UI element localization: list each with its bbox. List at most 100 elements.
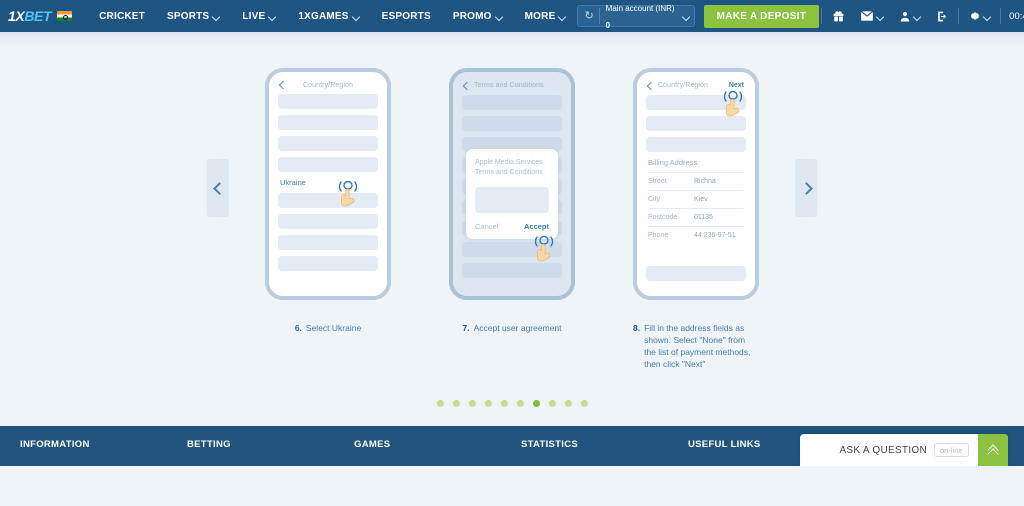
ask-a-question-label: ASK A QUESTION [839, 444, 928, 456]
footer-column-title: GAMES [354, 439, 391, 450]
caption-text: Select Ukraine [305, 323, 362, 333]
instructions-carousel: Country/Region Ukraine 6. Select Ukraine… [0, 68, 1024, 370]
pagination-dot[interactable] [452, 400, 460, 407]
site-logo[interactable]: 1XBET [8, 8, 73, 24]
billing-address-heading: Billing Address [648, 158, 698, 167]
logout-icon[interactable] [928, 5, 956, 27]
pagination-dot[interactable] [436, 400, 444, 407]
nav-item-1xgames[interactable]: 1XGAMES [287, 0, 370, 32]
ask-a-question-widget[interactable]: ASK A QUESTION on-line [800, 434, 1008, 466]
account-balance: 0 [605, 21, 611, 30]
carousel-slide-6: Country/Region Ukraine 6. Select Ukraine [265, 68, 391, 370]
logo-text: 1XBET [8, 8, 52, 24]
pagination-dot[interactable] [484, 400, 492, 407]
placeholder-row [646, 266, 746, 281]
refresh-icon[interactable]: ↻ [582, 8, 600, 24]
nav-item-promo[interactable]: PROMO [442, 0, 514, 32]
placeholder-row [646, 116, 746, 131]
back-chevron-icon[interactable] [463, 83, 469, 89]
country-list-item-ukraine[interactable]: Ukraine [280, 178, 376, 187]
terms-modal-dialog: Apple Media Services Terms and Condition… [466, 149, 558, 240]
form-row-phone[interactable]: Phone 44 236-97-51 [648, 226, 744, 244]
screen-title: Terms and Conditions [474, 82, 544, 89]
chevron-right-icon [802, 184, 810, 192]
nav-label: CRICKET [99, 10, 145, 22]
gear-icon[interactable] [961, 5, 998, 27]
current-time: 00:40 [1009, 10, 1024, 22]
placeholder-row [462, 263, 562, 278]
clock-selector[interactable]: 00:40 [1003, 11, 1024, 22]
field-label: Street [648, 178, 667, 185]
field-value: Richna [694, 178, 716, 185]
caption-text: Accept user agreement [473, 323, 562, 333]
phone-screen: Terms and Conditions Apple Media Service… [457, 77, 567, 292]
nav-item-more[interactable]: MORE [514, 0, 578, 32]
pagination-dot[interactable] [468, 400, 476, 407]
field-value: 44 236-97-51 [694, 232, 736, 239]
modal-accept-button[interactable]: Accept [524, 222, 549, 231]
chevron-down-icon [353, 13, 360, 20]
chevron-down-icon [877, 13, 884, 20]
screen-navbar: Country/Region [273, 77, 383, 94]
form-row-street[interactable]: Street Richna [648, 172, 744, 190]
placeholder-row [278, 214, 378, 229]
footer-column-title: BETTING [187, 439, 231, 450]
nav-item-sports[interactable]: SPORTS [156, 0, 231, 32]
chevron-up-icon [988, 445, 998, 455]
account-selector[interactable]: ↻ Main account (INR) 0 [577, 5, 695, 30]
nav-label: PROMO [452, 10, 492, 22]
nav-item-cricket[interactable]: CRICKET [88, 0, 156, 32]
placeholder-row [462, 242, 562, 257]
india-flag-icon [57, 11, 73, 21]
chevron-left-icon [214, 184, 222, 192]
carousel-slide-8: Country/Region Next Billing Address Stre… [633, 68, 759, 370]
online-status-badge: on-line [934, 443, 969, 457]
nav-label: ESPORTS [381, 10, 431, 22]
form-row-postcode[interactable]: Postcode 01135 [648, 208, 744, 226]
placeholder-row [278, 157, 378, 172]
chevron-down-icon [984, 13, 991, 20]
back-chevron-icon[interactable] [647, 83, 653, 89]
pagination-dot[interactable] [548, 400, 556, 407]
nav-item-live[interactable]: LIVE [231, 0, 287, 32]
logo-text-1x: 1X [8, 8, 25, 24]
logo-text-bet: BET [24, 8, 52, 24]
modal-title: Apple Media Services Terms and Condition… [475, 159, 543, 177]
nav-item-esports[interactable]: ESPORTS [371, 0, 442, 32]
placeholder-row [462, 95, 562, 110]
gift-icon[interactable] [824, 5, 852, 27]
chevron-down-icon [213, 13, 220, 20]
carousel-next-button[interactable] [795, 159, 817, 217]
carousel-pagination [0, 400, 1024, 407]
site-header: 1XBET CRICKET SPORTS LIVE 1XGAMES ESPORT… [0, 0, 1024, 32]
phone-screen: Country/Region Next Billing Address Stre… [641, 77, 751, 292]
modal-cancel-button[interactable]: Cancel [475, 222, 498, 231]
caption-number: 6. [294, 323, 302, 333]
pagination-dot[interactable] [516, 400, 524, 407]
placeholder-row [278, 235, 378, 250]
form-row-city[interactable]: City Kiev [648, 190, 744, 208]
expand-chat-button[interactable] [978, 434, 1008, 466]
pagination-dot-active[interactable] [532, 400, 540, 407]
slide-caption: 8. Fill in the address fields as shown. … [633, 322, 759, 370]
carousel-prev-button[interactable] [207, 159, 229, 217]
user-icon[interactable] [891, 5, 928, 27]
nav-label: SPORTS [166, 10, 210, 22]
pagination-dot[interactable] [564, 400, 572, 407]
make-a-deposit-button[interactable]: MAKE A DEPOSIT [703, 4, 820, 28]
main-nav: CRICKET SPORTS LIVE 1XGAMES ESPORTS PROM… [88, 0, 577, 32]
pagination-dot[interactable] [500, 400, 508, 407]
pagination-dot[interactable] [580, 400, 588, 407]
carousel-slides: Country/Region Ukraine 6. Select Ukraine… [265, 68, 759, 370]
placeholder-row [278, 115, 378, 130]
phone-mockup-billing-form: Country/Region Next Billing Address Stre… [633, 68, 759, 300]
screen-navbar: Terms and Conditions [457, 77, 567, 95]
slide-caption: 7. Accept user agreement [449, 322, 575, 334]
field-label: City [648, 196, 661, 203]
phone-mockup-terms-dialog: Terms and Conditions Apple Media Service… [449, 68, 575, 300]
footer-column-title: STATISTICS [521, 439, 579, 450]
next-button[interactable]: Next [729, 82, 744, 89]
phone-mockup-country-list: Country/Region Ukraine [265, 68, 391, 300]
country-name: Ukraine [280, 178, 306, 187]
mail-icon[interactable] [852, 5, 891, 27]
